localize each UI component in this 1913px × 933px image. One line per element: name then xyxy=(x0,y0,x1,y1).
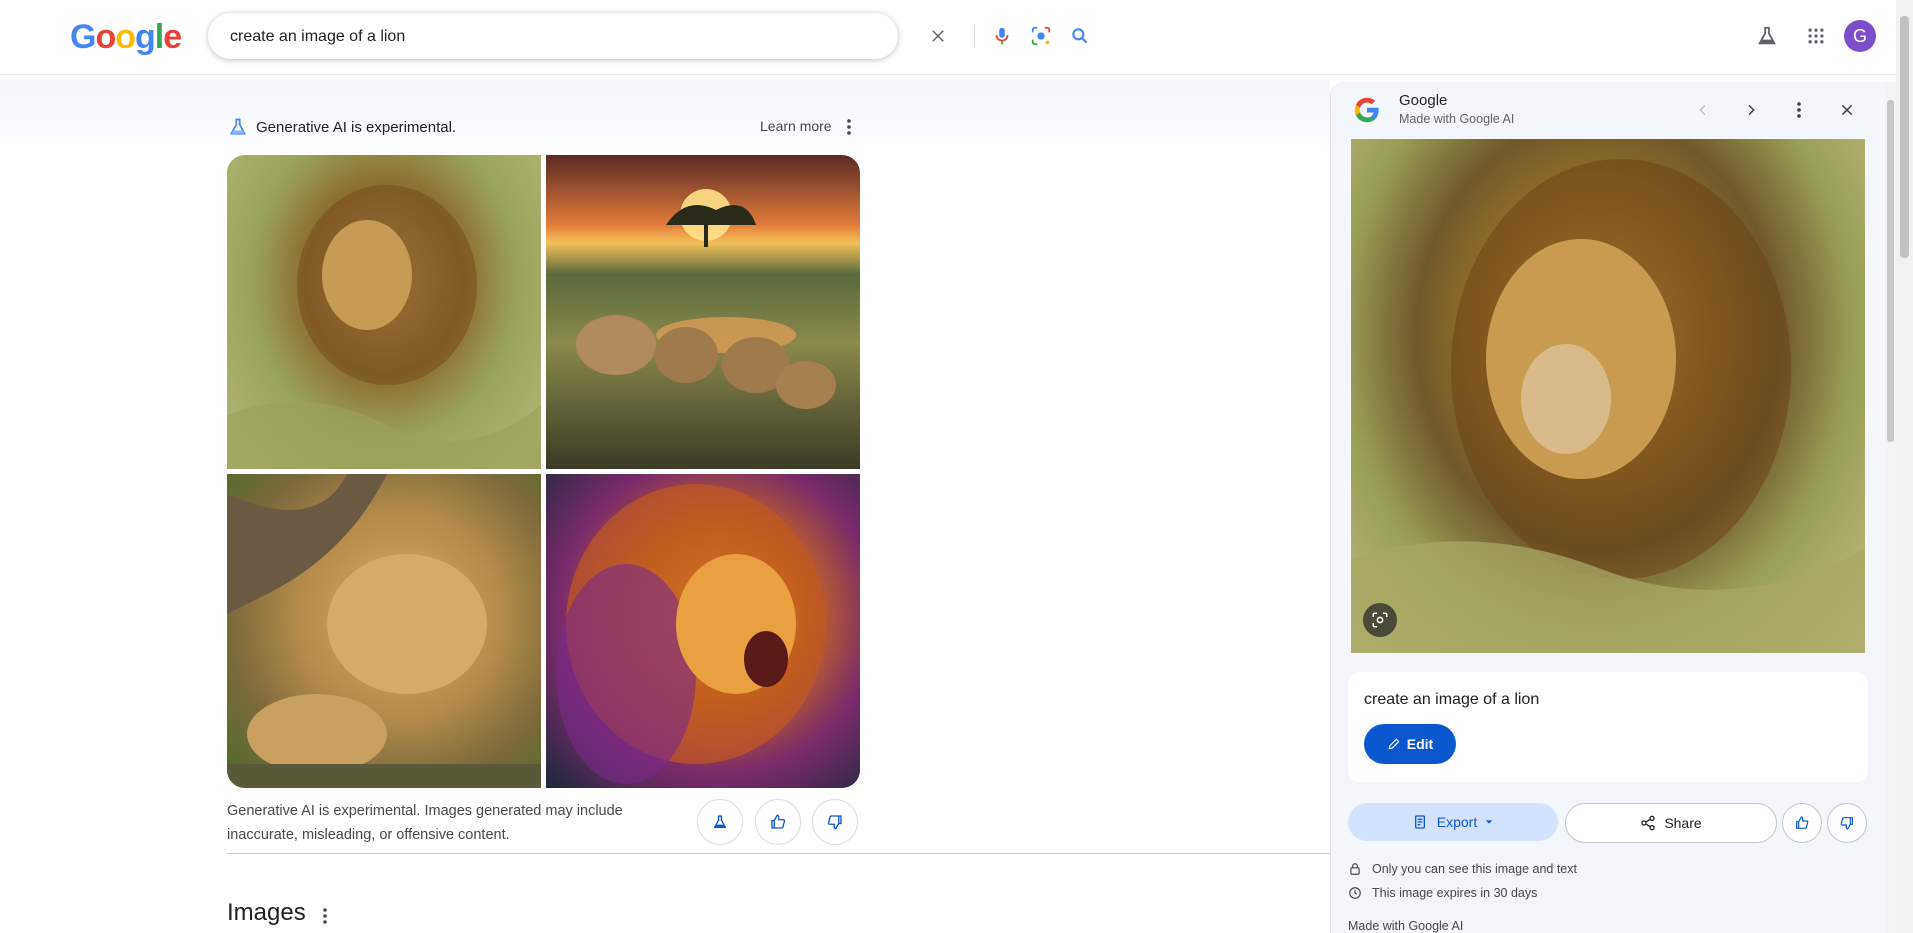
learn-more-link[interactable]: Learn more xyxy=(760,118,832,134)
image-lens-button[interactable] xyxy=(1363,603,1397,637)
export-doc-icon xyxy=(1414,815,1425,829)
image-detail-panel: Google Made with Google AI create an ima… xyxy=(1330,82,1897,933)
ai-disclaimer-text: Generative AI is experimental. Images ge… xyxy=(227,803,623,843)
pencil-icon xyxy=(1388,738,1400,750)
more-options-icon[interactable] xyxy=(842,118,856,136)
generated-image-roaring-lion-art[interactable] xyxy=(546,474,860,788)
panel-thumbs-down-button[interactable] xyxy=(1827,803,1867,843)
logo-letter-e: e xyxy=(163,18,182,56)
panel-more-options-button[interactable] xyxy=(1783,94,1815,126)
section-divider xyxy=(227,853,1332,854)
share-icon xyxy=(1641,815,1655,831)
previous-image-button[interactable] xyxy=(1687,94,1719,126)
lock-icon xyxy=(1350,863,1360,875)
page-scrollbar-thumb[interactable] xyxy=(1900,16,1909,258)
selected-generated-image[interactable] xyxy=(1351,139,1865,653)
google-g-logo-icon xyxy=(1354,97,1379,123)
thumbs-up-icon xyxy=(771,814,786,829)
thumbs-up-button[interactable] xyxy=(755,799,801,845)
expiry-note-text: This image expires in 30 days xyxy=(1372,886,1538,900)
search-divider xyxy=(974,25,975,47)
next-image-button[interactable] xyxy=(1735,94,1767,126)
panel-source-subtitle: Made with Google AI xyxy=(1399,112,1515,126)
thumbs-down-button[interactable] xyxy=(812,799,858,845)
page-scrollbar[interactable] xyxy=(1896,0,1913,933)
labs-flask-icon-blue xyxy=(229,118,247,135)
generated-image-lion-portrait[interactable] xyxy=(227,155,541,469)
ai-note-text: Generative AI is experimental. xyxy=(256,118,457,136)
vertical-dots-icon xyxy=(1797,102,1801,118)
edit-button-label: Edit xyxy=(1406,736,1434,752)
clock-icon xyxy=(1349,887,1361,899)
images-more-options-icon[interactable] xyxy=(318,906,332,926)
close-panel-button[interactable] xyxy=(1831,94,1863,126)
microphone-icon[interactable] xyxy=(990,24,1014,48)
generated-image-grid xyxy=(227,155,860,788)
close-icon xyxy=(1841,104,1853,116)
expiry-info-row: This image expires in 30 days xyxy=(1348,886,1537,900)
ai-experimental-note: Generative AI is experimental. xyxy=(228,117,456,137)
generated-image-lioness-and-cub[interactable] xyxy=(227,474,541,788)
labs-feedback-button[interactable] xyxy=(697,799,743,845)
logo-letter-l: l xyxy=(154,18,165,56)
search-box xyxy=(208,13,1088,59)
panel-scrollbar[interactable] xyxy=(1885,82,1896,933)
logo-letter-g1: G xyxy=(70,18,96,56)
edit-button[interactable]: Edit xyxy=(1364,724,1456,764)
search-icon[interactable] xyxy=(1068,24,1092,48)
google-logo[interactable]: Google xyxy=(70,18,182,57)
share-button[interactable]: Share xyxy=(1565,803,1777,843)
chevron-left-icon xyxy=(1699,104,1706,116)
top-header: Google G xyxy=(0,0,1896,75)
clear-search-icon[interactable] xyxy=(926,24,950,48)
panel-source-title: Google xyxy=(1399,92,1448,109)
panel-scrollbar-thumb[interactable] xyxy=(1887,100,1894,442)
lens-search-icon xyxy=(1372,612,1388,628)
thumbs-down-icon xyxy=(1840,817,1853,830)
generated-image-lions-at-waterhole[interactable] xyxy=(546,155,860,469)
google-lens-icon[interactable] xyxy=(1029,24,1053,48)
thumbs-up-icon xyxy=(1796,816,1809,829)
prompt-text: create an image of a lion xyxy=(1364,691,1540,708)
logo-letter-o2: o xyxy=(115,18,136,56)
search-input[interactable] xyxy=(228,22,712,52)
labs-flask-icon[interactable] xyxy=(1753,22,1781,50)
caret-down-icon xyxy=(1486,820,1493,824)
images-section-heading: Images xyxy=(227,899,306,926)
ai-overview-background xyxy=(0,80,1330,160)
chevron-right-icon xyxy=(1748,104,1755,116)
thumbs-down-icon xyxy=(827,815,842,830)
prompt-card: create an image of a lion Edit xyxy=(1348,672,1868,782)
logo-letter-g2: g xyxy=(135,18,156,56)
logo-letter-o1: o xyxy=(95,18,116,56)
apps-grid-icon[interactable] xyxy=(1802,22,1830,50)
account-avatar[interactable]: G xyxy=(1844,20,1876,52)
labs-flask-icon-small xyxy=(713,815,727,828)
share-button-label: Share xyxy=(1664,815,1702,831)
panel-thumbs-up-button[interactable] xyxy=(1782,803,1822,843)
privacy-note-text: Only you can see this image and text xyxy=(1372,862,1577,876)
panel-footer-text: Made with Google AI xyxy=(1348,919,1464,933)
export-button[interactable]: Export xyxy=(1348,803,1558,841)
export-button-label: Export xyxy=(1436,814,1478,830)
privacy-info-row: Only you can see this image and text xyxy=(1348,862,1577,876)
